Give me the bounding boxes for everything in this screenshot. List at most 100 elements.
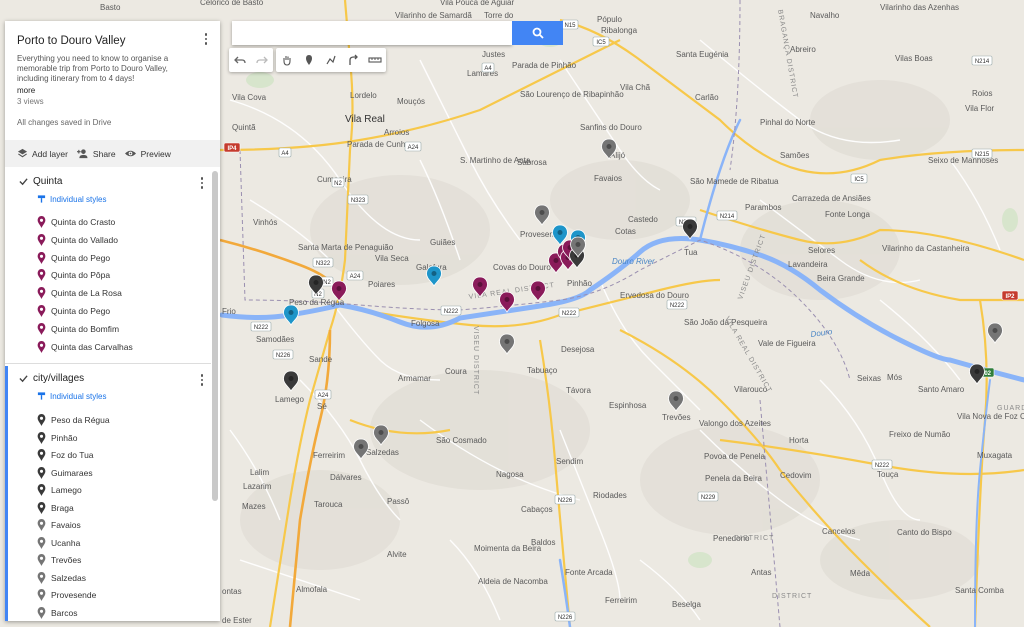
legend-item[interactable]: Quinta do Pego xyxy=(37,251,110,265)
place-label: Tabuaço xyxy=(527,366,558,375)
place-label: Trevões xyxy=(662,413,691,422)
legend-item[interactable]: Ucanha xyxy=(37,536,80,550)
legend-item[interactable]: Peso da Régua xyxy=(37,413,110,427)
undo-button[interactable] xyxy=(229,48,251,72)
road-shield: A24 xyxy=(346,270,364,281)
legend-item[interactable]: Provesende xyxy=(37,588,96,602)
pan-button[interactable] xyxy=(276,48,298,72)
road-shield: A4 xyxy=(481,62,495,73)
marker-icon xyxy=(37,589,46,601)
legend-item-label: Quinta do Crasto xyxy=(51,217,116,227)
redo-button[interactable] xyxy=(251,48,273,72)
legend-item[interactable]: Quinta das Carvalhas xyxy=(37,340,133,354)
place-label: Horta xyxy=(789,436,809,445)
place-label: Favaios xyxy=(594,174,622,183)
place-label: Lordelo xyxy=(350,91,377,100)
layer-options-menu[interactable] xyxy=(197,372,207,388)
svg-text:N222: N222 xyxy=(562,311,577,317)
place-label: Pinhão xyxy=(567,279,592,288)
legend-item[interactable]: Trevões xyxy=(37,553,81,567)
place-label: Cancelos xyxy=(822,527,855,536)
road-shield: N222 xyxy=(666,299,688,310)
more-link[interactable]: more xyxy=(17,86,35,95)
place-label: Moimenta da Beira xyxy=(474,544,542,553)
place-label: Mouçós xyxy=(397,97,425,106)
place-label: Almofala xyxy=(296,585,328,594)
place-label: São Mamede de Ribatua xyxy=(690,177,779,186)
add-layer-button[interactable]: Add layer xyxy=(17,148,68,159)
marker-icon xyxy=(37,449,46,461)
place-label: Vilarinho da Castanheira xyxy=(882,244,970,253)
place-label: DISTRICT xyxy=(772,593,812,600)
road-shield: N215 xyxy=(971,148,993,159)
legend-item[interactable]: Pinhão xyxy=(37,431,77,445)
share-button[interactable]: Share xyxy=(76,148,116,159)
map-legend-panel: Porto to Douro Valley Everything you nee… xyxy=(5,21,220,621)
place-label: Vila Pouca de Aguiar xyxy=(440,0,514,7)
legend-item[interactable]: Salzedas xyxy=(37,571,86,585)
legend-item-label: Ucanha xyxy=(51,537,81,548)
panel-scrollbar[interactable] xyxy=(212,171,218,501)
individual-styles-link[interactable]: Individual styles xyxy=(37,391,106,401)
place-label: Mós xyxy=(887,373,902,382)
legend-item[interactable]: Quinta do Vallado xyxy=(37,233,118,247)
map-options-menu[interactable] xyxy=(201,31,211,47)
preview-button[interactable]: Preview xyxy=(124,148,171,159)
legend-item-label: Barcos xyxy=(51,607,78,618)
legend-item[interactable]: Quinta de La Rosa xyxy=(37,286,122,300)
draw-line-button[interactable] xyxy=(320,48,342,72)
svg-text:N222: N222 xyxy=(254,325,269,331)
legend-item[interactable]: Braga xyxy=(37,501,74,515)
hand-icon xyxy=(283,56,291,66)
legend-item[interactable]: Quinta do Pego xyxy=(37,304,110,318)
place-label: ARDA DISTRICT xyxy=(0,0,66,2)
place-label: Folgosa xyxy=(411,319,440,328)
place-label: Torre do xyxy=(484,11,514,20)
place-label: Sé xyxy=(317,402,327,411)
road-shield: N15 xyxy=(561,19,579,30)
place-label: Peso da Régua xyxy=(289,298,345,307)
map-title[interactable]: Porto to Douro Valley xyxy=(17,35,125,47)
place-label: Celorico de Basto xyxy=(200,0,264,7)
place-label: Vila Cova xyxy=(232,93,267,102)
road-shield: IP4 xyxy=(223,142,241,153)
layer-checkbox[interactable] xyxy=(19,177,28,186)
road-shield: N2 xyxy=(331,177,345,188)
svg-text:N214: N214 xyxy=(720,214,735,220)
place-label: Vilarinho das Azenhas xyxy=(880,3,959,12)
layer-header-quinta[interactable]: Quinta xyxy=(19,176,62,187)
legend-item[interactable]: Quinta do Pôpa xyxy=(37,268,110,282)
place-label: Vinhós xyxy=(253,218,277,227)
place-label: Dálvares xyxy=(330,473,362,482)
legend-item[interactable]: Guimaraes xyxy=(37,466,93,480)
legend-item[interactable]: Favaios xyxy=(37,518,81,532)
layer-options-menu[interactable] xyxy=(197,175,207,191)
place-label: GUARDA DISTRICT xyxy=(997,405,1024,412)
measure-button[interactable] xyxy=(364,48,386,72)
search-button[interactable] xyxy=(512,21,563,45)
place-label: Vila Seca xyxy=(375,254,409,263)
directions-button[interactable] xyxy=(342,48,364,72)
legend-item[interactable]: Lamego xyxy=(37,483,82,497)
map-description[interactable]: Everything you need to know to organise … xyxy=(17,54,187,84)
road-shield: A24 xyxy=(314,389,332,400)
marker-icon xyxy=(37,251,46,264)
legend-item[interactable]: Foz do Tua xyxy=(37,448,94,462)
search-input[interactable] xyxy=(232,21,512,45)
place-label: Parada de Pinhão xyxy=(512,61,577,70)
place-label: VISEU DISTRICT xyxy=(472,326,479,395)
layer-header-city-villages[interactable]: city/villages xyxy=(19,373,84,384)
individual-styles-link[interactable]: Individual styles xyxy=(37,194,106,204)
legend-item[interactable]: Quinta do Bomfim xyxy=(37,322,119,336)
legend-item[interactable]: Barcos xyxy=(37,606,77,620)
legend-item-label: Trevões xyxy=(51,555,82,565)
road-shield: N226 xyxy=(272,349,294,360)
add-marker-button[interactable] xyxy=(298,48,320,72)
marker-icon xyxy=(37,340,46,353)
styles-label: Individual styles xyxy=(50,194,107,204)
layer-checkbox[interactable] xyxy=(19,374,28,383)
legend-item[interactable]: Quinta do Crasto xyxy=(37,215,115,229)
road-shield: A24 xyxy=(404,141,422,152)
place-label: Riodades xyxy=(593,491,627,500)
road-shield: N222 xyxy=(250,321,272,332)
